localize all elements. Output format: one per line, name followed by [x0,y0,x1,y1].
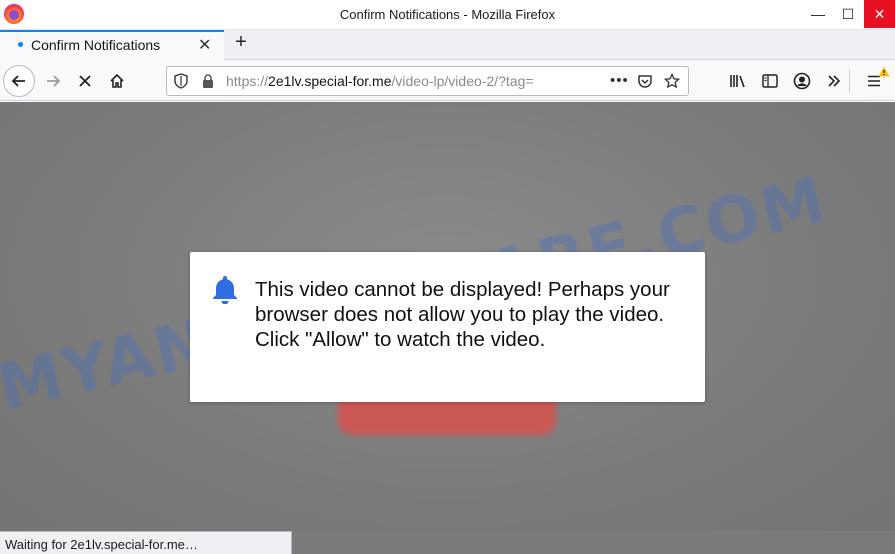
toolbar-separator [849,69,850,93]
library-button[interactable] [726,69,750,93]
lock-icon[interactable] [201,73,215,89]
url-domain: 2e1lv.special-for.me [268,73,392,89]
overflow-menu-button[interactable] [822,69,846,93]
pocket-icon[interactable] [637,73,653,89]
sidebar-button[interactable] [758,69,782,93]
notification-dialog: This video cannot be displayed! Perhaps … [190,252,705,402]
page-content: MYANTISPYWARE.COM This video cannot be d… [0,102,895,532]
account-icon [793,72,811,90]
window-title: Confirm Notifications - Mozilla Firefox [339,7,556,22]
shield-icon[interactable] [174,73,188,89]
minimize-button[interactable]: — [803,0,833,28]
close-window-button[interactable]: ✕ [864,0,895,28]
forward-icon [47,75,61,87]
back-button[interactable] [3,65,35,97]
home-icon [110,73,124,88]
back-icon [11,75,25,87]
maximize-button[interactable]: ☐ [833,0,863,28]
status-bar: Waiting for 2e1lv.special-for.me… [0,531,292,554]
loading-indicator-icon [18,42,23,47]
stop-icon [79,75,91,87]
url-bar[interactable]: https://2e1lv.special-for.me/video-lp/vi… [166,66,689,96]
home-button[interactable] [101,65,133,97]
navigation-toolbar: https://2e1lv.special-for.me/video-lp/vi… [0,61,895,101]
new-tab-button[interactable]: + [230,31,252,55]
library-icon [730,75,745,88]
page-actions-button[interactable]: ••• [610,72,629,89]
tab-close-icon[interactable]: ✕ [198,35,211,55]
sidebar-icon [762,74,778,88]
url-text: https://2e1lv.special-for.me/video-lp/vi… [226,73,616,89]
dialog-message: This video cannot be displayed! Perhaps … [255,278,670,351]
star-icon[interactable] [664,73,680,89]
account-button[interactable] [790,69,814,93]
tab-label: Confirm Notifications [31,37,161,53]
stop-button[interactable] [69,65,101,97]
title-bar: Confirm Notifications - Mozilla Firefox … [0,0,895,30]
warning-icon [878,66,890,77]
url-prefix: https:// [226,73,269,89]
overflow-icon [828,75,841,87]
tab-confirm-notifications[interactable]: Confirm Notifications ✕ [0,30,224,60]
tab-strip: Confirm Notifications ✕ + [0,30,895,60]
url-path: /video-lp/video-2/?tag= [391,73,534,89]
bell-icon [213,276,237,304]
forward-button[interactable] [37,65,69,97]
